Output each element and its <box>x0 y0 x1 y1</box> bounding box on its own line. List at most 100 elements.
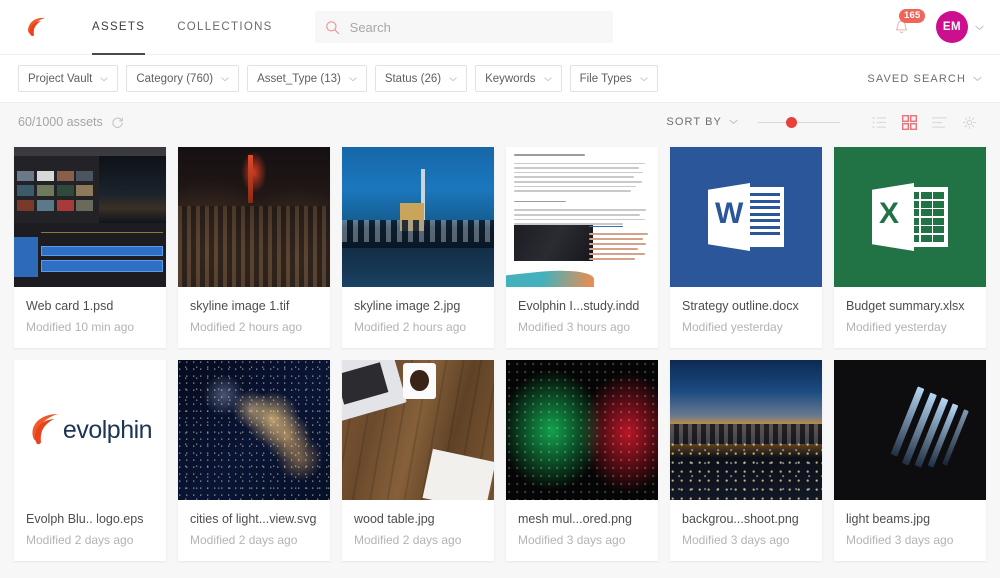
asset-name: Web card 1.psd <box>26 299 114 313</box>
asset-modified: Modified 3 days ago <box>518 533 626 547</box>
filter-file-types[interactable]: File Types <box>569 65 658 92</box>
evolphin-logo-icon[interactable] <box>14 14 60 40</box>
asset-modified: Modified yesterday <box>682 320 783 334</box>
asset-name: skyline image 2.jpg <box>354 299 461 313</box>
refresh-icon[interactable] <box>111 116 124 129</box>
chevron-down-icon <box>100 73 109 85</box>
asset-name: cities of light...view.svg <box>190 512 317 526</box>
excel-letter: X <box>879 197 900 230</box>
filter-project-vault[interactable]: Project Vault <box>18 65 119 92</box>
filter-asset-type[interactable]: Asset_Type (13) <box>247 65 367 92</box>
asset-card[interactable]: skyline image 2.jpg Modified 2 hours ago <box>342 147 494 348</box>
word-letter: W <box>715 197 744 230</box>
search-input[interactable] <box>349 19 603 35</box>
asset-thumbnail-la-skyline <box>670 360 822 500</box>
asset-card[interactable]: W Strategy outline.docx Modified yesterd… <box>670 147 822 348</box>
asset-thumbnail-excel-icon: X <box>834 147 986 287</box>
user-menu-chevron-down-icon[interactable] <box>975 18 984 36</box>
asset-card[interactable]: light beams.jpg Modified 3 days ago <box>834 360 986 561</box>
asset-card[interactable]: Web card 1.psd Modified 10 min ago <box>14 147 166 348</box>
asset-modified: Modified yesterday <box>846 320 947 334</box>
asset-name: Evolph Blu.. logo.eps <box>26 512 144 526</box>
chevron-down-icon <box>640 73 648 85</box>
thumbnail-size-slider[interactable] <box>758 114 840 130</box>
notifications-button[interactable]: 165 <box>886 9 926 42</box>
asset-card[interactable]: X Budget summary.xlsx Modified yesterday <box>834 147 986 348</box>
asset-meta: backgrou...shoot.png Modified 3 days ago <box>670 500 822 561</box>
asset-thumbnail-wood-table <box>342 360 494 500</box>
asset-meta: light beams.jpg Modified 3 days ago <box>834 500 986 561</box>
detail-view-button[interactable] <box>926 111 952 133</box>
asset-name: Budget summary.xlsx <box>846 299 965 313</box>
chevron-down-icon <box>543 73 552 85</box>
filter-label: Project Vault <box>28 72 93 85</box>
filter-category[interactable]: Category (760) <box>126 65 240 92</box>
saved-search-button[interactable]: SAVED SEARCH <box>867 73 982 85</box>
asset-modified: Modified 3 days ago <box>846 533 954 547</box>
asset-thumbnail-skyline-blue <box>342 147 494 287</box>
notification-count-badge: 165 <box>899 9 926 23</box>
main-nav-tabs: ASSETS COLLECTIONS <box>76 0 289 55</box>
asset-meta: wood table.jpg Modified 2 days ago <box>342 500 494 561</box>
filter-label: Status (26) <box>384 72 442 85</box>
asset-name: wood table.jpg <box>354 512 435 526</box>
list-view-button[interactable] <box>866 111 892 133</box>
filter-status[interactable]: Status (26) <box>374 65 468 92</box>
asset-meta: mesh mul...ored.png Modified 3 days ago <box>506 500 658 561</box>
asset-card[interactable]: skyline image 1.tif Modified 2 hours ago <box>178 147 330 348</box>
sort-by-label: SORT BY <box>666 116 722 128</box>
asset-card[interactable]: mesh mul...ored.png Modified 3 days ago <box>506 360 658 561</box>
search-icon <box>325 20 340 35</box>
evolphin-wordmark: evolphin <box>62 415 153 444</box>
filter-label: Asset_Type (13) <box>257 72 341 85</box>
header-right-controls: 165 EM <box>886 9 984 43</box>
asset-modified: Modified 2 days ago <box>26 533 134 547</box>
asset-modified: Modified 3 days ago <box>682 533 790 547</box>
toolbar-right: SORT BY <box>666 111 982 133</box>
asset-thumbnail-evolphin-logo: evolphin <box>14 360 166 500</box>
filter-keywords[interactable]: Keywords <box>475 65 562 92</box>
asset-count-area: 60/1000 assets <box>18 115 124 129</box>
user-avatar[interactable]: EM <box>936 11 968 43</box>
slider-handle[interactable] <box>786 116 797 128</box>
asset-meta: Strategy outline.docx Modified yesterday <box>670 287 822 348</box>
asset-modified: Modified 2 days ago <box>354 533 462 547</box>
asset-name: mesh mul...ored.png <box>518 512 632 526</box>
chevron-down-icon <box>449 73 457 85</box>
asset-name: backgrou...shoot.png <box>682 512 799 526</box>
asset-name: skyline image 1.tif <box>190 299 290 313</box>
settings-gear-icon[interactable] <box>956 111 982 133</box>
asset-meta: Evolphin I...study.indd Modified 3 hours… <box>506 287 658 348</box>
sort-by-dropdown[interactable]: SORT BY <box>666 116 738 128</box>
asset-meta: Budget summary.xlsx Modified yesterday <box>834 287 986 348</box>
asset-modified: Modified 3 hours ago <box>518 320 631 334</box>
asset-modified: Modified 2 hours ago <box>190 320 303 334</box>
filter-label: Keywords <box>485 72 536 85</box>
asset-grid: Web card 1.psd Modified 10 min ago skyli… <box>0 141 1000 561</box>
asset-card[interactable]: cities of light...view.svg Modified 2 da… <box>178 360 330 561</box>
results-toolbar: 60/1000 assets SORT BY <box>0 103 1000 141</box>
asset-modified: Modified 2 days ago <box>190 533 298 547</box>
asset-thumbnail-word-icon: W <box>670 147 822 287</box>
tab-assets[interactable]: ASSETS <box>76 0 161 55</box>
asset-modified: Modified 10 min ago <box>26 320 135 334</box>
asset-thumbnail-psd <box>14 147 166 287</box>
asset-card[interactable]: evolphin Evolph Blu.. logo.eps Modified … <box>14 360 166 561</box>
asset-meta: Web card 1.psd Modified 10 min ago <box>14 287 166 348</box>
asset-card[interactable]: backgrou...shoot.png Modified 3 days ago <box>670 360 822 561</box>
asset-thumbnail-light-beams <box>834 360 986 500</box>
grid-view-button[interactable] <box>896 111 922 133</box>
saved-search-label: SAVED SEARCH <box>867 72 966 85</box>
asset-card[interactable]: wood table.jpg Modified 2 days ago <box>342 360 494 561</box>
asset-card[interactable]: Evolphin I...study.indd Modified 3 hours… <box>506 147 658 348</box>
search-box[interactable] <box>314 11 613 43</box>
asset-modified: Modified 2 hours ago <box>354 320 467 334</box>
chevron-down-icon <box>349 73 357 85</box>
tab-collections[interactable]: COLLECTIONS <box>161 0 288 55</box>
asset-name: light beams.jpg <box>846 512 931 526</box>
asset-name: Evolphin I...study.indd <box>518 299 640 313</box>
asset-name: Strategy outline.docx <box>682 299 799 313</box>
chevron-down-icon <box>973 73 982 85</box>
filter-label: File Types <box>579 72 632 85</box>
app-header: ASSETS COLLECTIONS 165 EM <box>0 0 1000 55</box>
